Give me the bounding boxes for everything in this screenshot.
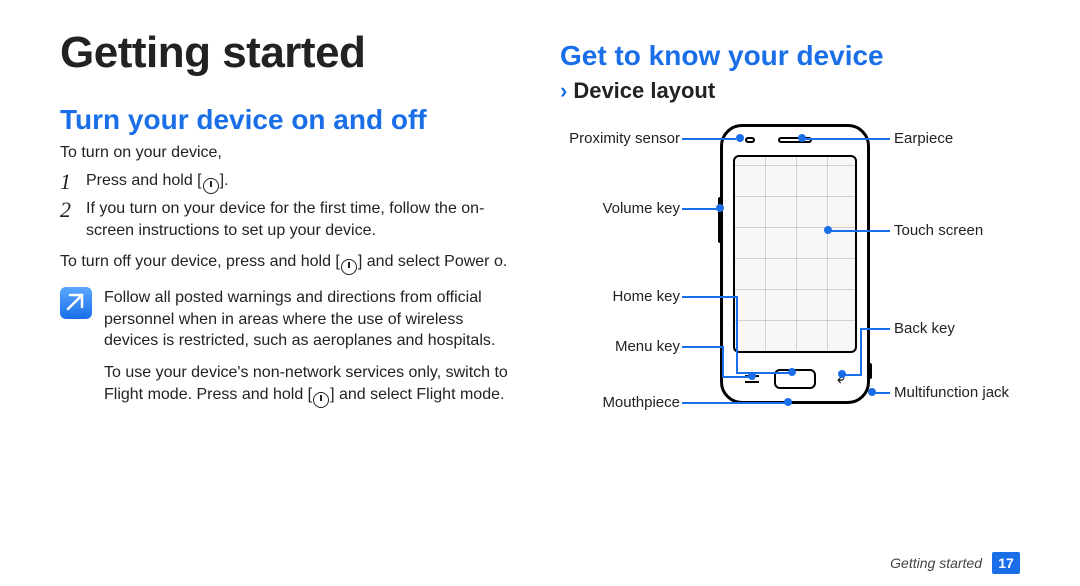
- note-icon: [60, 287, 92, 319]
- two-column-layout: Getting started Turn your device on and …: [60, 30, 1020, 540]
- callout-dot: [788, 368, 796, 376]
- power-off-label: Power o: [444, 253, 503, 270]
- lead-line: [682, 208, 718, 210]
- note2-b: ] and select: [330, 386, 416, 403]
- note-paragraph-2: To use your device's non-network service…: [104, 362, 520, 408]
- power-icon: [203, 178, 219, 194]
- lead-line: [860, 328, 862, 374]
- note-paragraph-1: Follow all posted warnings and direction…: [104, 287, 520, 352]
- power-icon: [313, 392, 329, 408]
- callout-dot: [798, 134, 806, 142]
- touch-screen-shape: [733, 155, 857, 353]
- intro-turn-on: To turn on your device,: [60, 142, 520, 164]
- lead-line: [682, 138, 736, 140]
- label-menu: Menu key: [560, 338, 680, 355]
- lead-line: [830, 230, 890, 232]
- device-diagram: ⤶ Proximity sensor Volume key Home key M…: [560, 116, 1020, 436]
- turn-off-a: To turn off your device, press and hold …: [60, 253, 340, 270]
- step-number-2: 2: [60, 198, 86, 222]
- turn-off-c: .: [503, 253, 507, 270]
- lead-line: [844, 374, 862, 376]
- footer-chapter-label: Getting started: [890, 555, 982, 571]
- lead-line: [874, 392, 890, 394]
- callout-dot: [784, 398, 792, 406]
- multifunction-jack-shape: [867, 363, 872, 379]
- heading-device-layout: ›Device layout: [560, 78, 1020, 104]
- right-column: Get to know your device ›Device layout ⤶…: [550, 30, 1020, 540]
- device-layout-label: Device layout: [573, 78, 715, 103]
- proximity-sensor-shape: [745, 137, 755, 143]
- step-2-body: If you turn on your device for the first…: [86, 198, 520, 241]
- label-mouthpiece: Mouthpiece: [560, 394, 680, 411]
- page-footer: Getting started 17: [890, 552, 1020, 574]
- step-1-text-a: Press and hold [: [86, 172, 202, 189]
- intro-turn-off: To turn off your device, press and hold …: [60, 251, 520, 275]
- label-earpiece: Earpiece: [894, 130, 953, 147]
- callout-dot: [824, 226, 832, 234]
- left-column: Getting started Turn your device on and …: [60, 30, 530, 540]
- heading-turn-on-off: Turn your device on and off: [60, 104, 520, 136]
- label-home: Home key: [560, 288, 680, 305]
- lead-line: [736, 372, 790, 374]
- page-number: 17: [992, 552, 1020, 574]
- chevron-icon: ›: [560, 78, 567, 103]
- lead-line: [682, 402, 786, 404]
- callout-dot: [838, 370, 846, 378]
- lead-line: [682, 296, 736, 298]
- note2-c: .: [500, 386, 504, 403]
- lead-line: [862, 328, 890, 330]
- label-touch: Touch screen: [894, 222, 983, 239]
- callout-dot: [748, 372, 756, 380]
- callout-dot: [868, 388, 876, 396]
- note-block: Follow all posted warnings and direction…: [60, 287, 520, 417]
- lead-line: [722, 346, 724, 376]
- step-1: 1 Press and hold [].: [60, 170, 520, 194]
- step-1-text-b: ].: [220, 172, 229, 189]
- chapter-title: Getting started: [60, 30, 520, 76]
- manual-page: Getting started Turn your device on and …: [0, 0, 1080, 586]
- phone-outline: ⤶: [720, 124, 870, 404]
- label-volume: Volume key: [560, 200, 680, 217]
- callout-dot: [736, 134, 744, 142]
- step-2: 2 If you turn on your device for the fir…: [60, 198, 520, 241]
- flight-mode-label: Flight mode: [416, 386, 500, 403]
- lead-line: [804, 138, 890, 140]
- lead-line: [722, 376, 750, 378]
- note-body: Follow all posted warnings and direction…: [104, 287, 520, 417]
- label-proximity: Proximity sensor: [560, 130, 680, 147]
- lead-line: [682, 346, 722, 348]
- lead-line: [736, 296, 738, 372]
- turn-off-b: ] and select: [358, 253, 444, 270]
- step-number-1: 1: [60, 170, 86, 194]
- power-icon: [341, 259, 357, 275]
- heading-know-device: Get to know your device: [560, 40, 1020, 72]
- step-1-body: Press and hold [].: [86, 170, 229, 194]
- label-multijack: Multifunction jack: [894, 384, 1009, 401]
- label-back: Back key: [894, 320, 955, 337]
- callout-dot: [716, 204, 724, 212]
